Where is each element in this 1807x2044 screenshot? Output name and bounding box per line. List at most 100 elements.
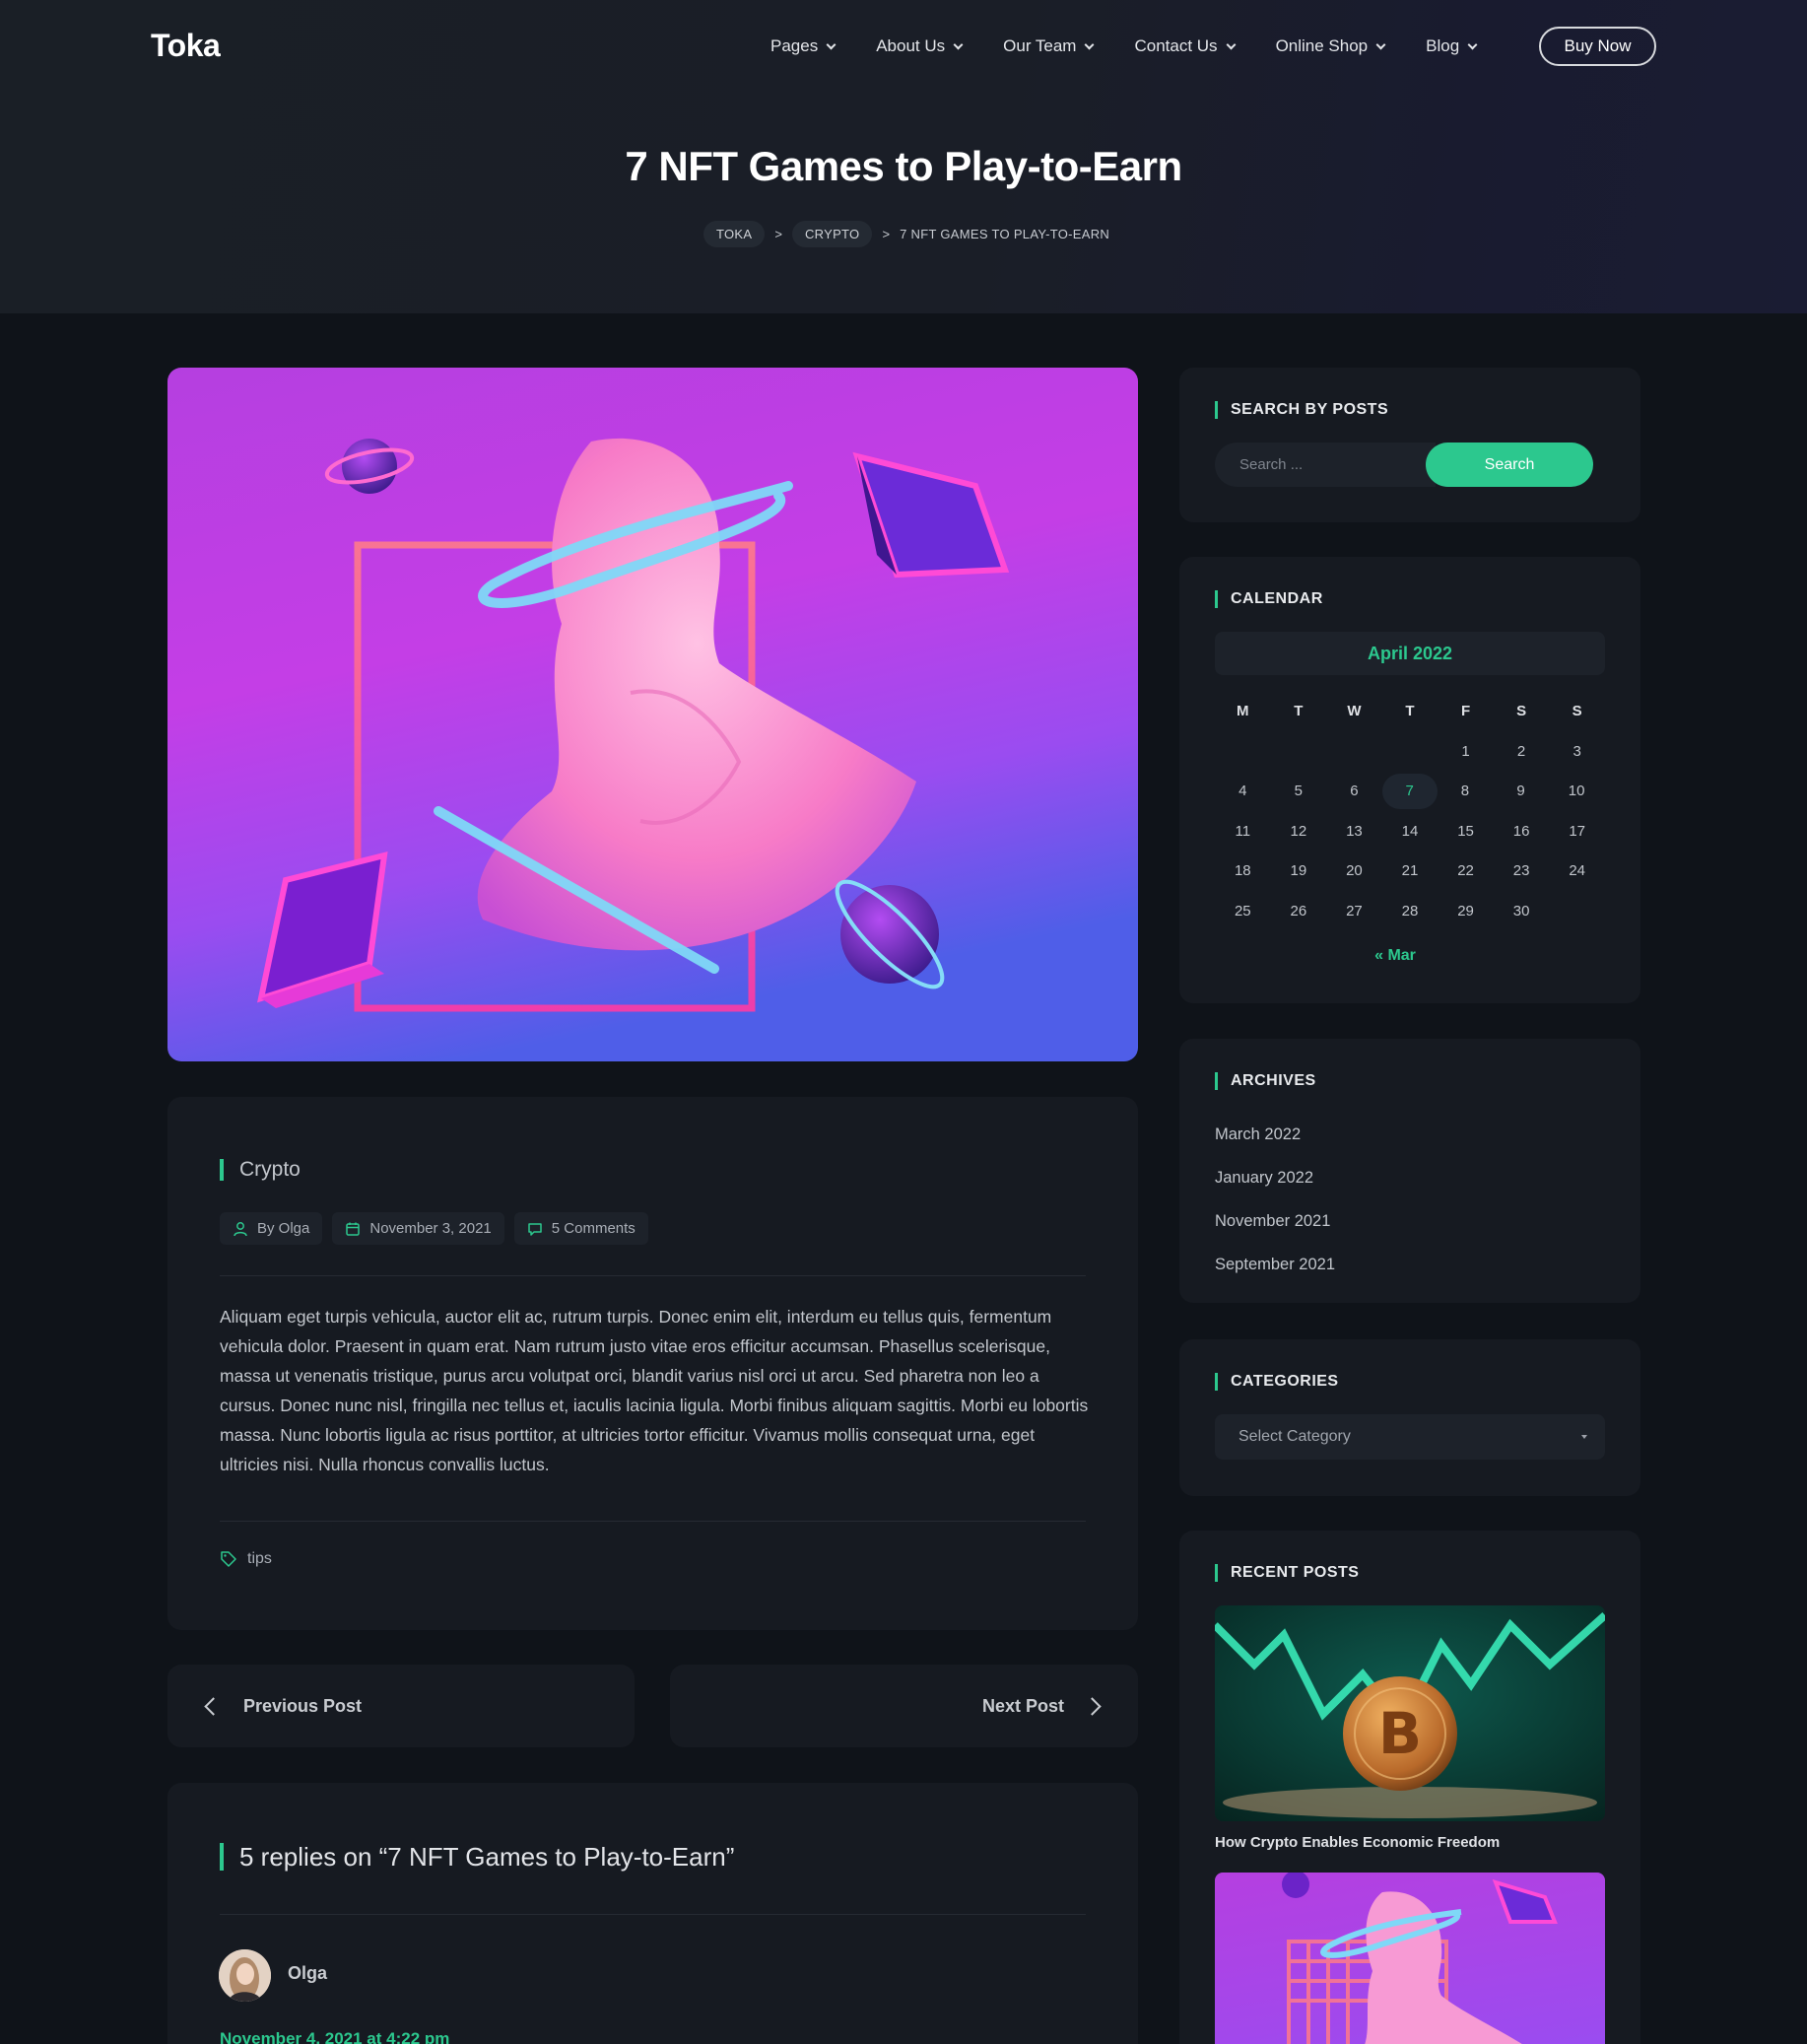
calendar-day[interactable]: 16: [1494, 814, 1550, 850]
calendar-grid: M T W T F S S 1 2 3 4 5 6 7 8 9 10 11 12 13 14 15 16 17 1…: [1215, 692, 1605, 931]
archive-link[interactable]: November 2021: [1215, 1212, 1330, 1231]
chevron-down-icon: [1085, 39, 1095, 49]
calendar-day[interactable]: 10: [1549, 774, 1605, 809]
weekday: M: [1237, 703, 1249, 720]
svg-text:B: B: [1378, 1700, 1422, 1767]
post-meta: By Olga November 3, 2021 5 Comments: [220, 1212, 658, 1245]
widget-archives: ARCHIVES March 2022 January 2022 Novembe…: [1179, 1039, 1640, 1303]
calendar-day[interactable]: 23: [1494, 853, 1550, 889]
post-tag-label: tips: [247, 1550, 272, 1567]
page-title: 7 NFT Games to Play-to-Earn: [625, 143, 1182, 189]
recent-post-thumbnail[interactable]: B: [1215, 1605, 1605, 1821]
main-nav: Pages About Us Our Team Contact Us Onlin…: [770, 35, 1517, 57]
buy-now-button[interactable]: Buy Now: [1539, 27, 1656, 66]
nav-our-team[interactable]: Our Team: [1003, 36, 1095, 56]
post-comments-label: 5 Comments: [551, 1220, 636, 1237]
next-post-button[interactable]: Next Post: [670, 1665, 1138, 1747]
calendar-day[interactable]: 6: [1326, 774, 1382, 809]
nav-about-us[interactable]: About Us: [876, 36, 964, 56]
weekday: S: [1516, 703, 1527, 720]
nav-label: Online Shop: [1275, 36, 1369, 55]
next-post-label: Next Post: [981, 1695, 1064, 1716]
post-category[interactable]: Crypto: [220, 1159, 301, 1181]
calendar-day[interactable]: 14: [1382, 814, 1439, 850]
chevron-down-icon: [1375, 39, 1386, 49]
archive-link[interactable]: March 2022: [1215, 1125, 1301, 1144]
widget-title: ARCHIVES: [1215, 1072, 1316, 1090]
calendar-day[interactable]: 26: [1271, 894, 1327, 929]
calendar-day[interactable]: 7: [1381, 774, 1438, 810]
widget-search: SEARCH BY POSTS Search: [1179, 368, 1640, 522]
widget-title: CALENDAR: [1215, 590, 1323, 608]
post-author[interactable]: By Olga: [220, 1212, 323, 1245]
calendar-day[interactable]: 22: [1438, 853, 1494, 889]
nft-bust-thumbnail: [1215, 1873, 1605, 2044]
breadcrumb: TOKA > CRYPTO > 7 NFT GAMES TO PLAY-TO-E…: [703, 221, 1109, 247]
calendar-day[interactable]: 18: [1215, 853, 1271, 889]
calendar-day[interactable]: 30: [1494, 894, 1550, 929]
post-tag[interactable]: tips: [220, 1550, 272, 1568]
calendar-day[interactable]: 11: [1215, 814, 1271, 850]
calendar-prev-month-link[interactable]: « Mar: [1179, 947, 1611, 965]
chevron-down-icon: [826, 39, 837, 49]
widget-calendar: CALENDAR April 2022 M T W T F S S 123456…: [1179, 557, 1640, 1003]
post-date[interactable]: November 3, 2021: [332, 1212, 504, 1245]
bitcoin-image: B: [1215, 1605, 1605, 1821]
calendar-day[interactable]: 12: [1271, 814, 1327, 850]
calendar-day[interactable]: 9: [1493, 774, 1549, 809]
calendar-day[interactable]: 15: [1438, 814, 1494, 850]
calendar-day[interactable]: 2: [1494, 734, 1550, 770]
category-select[interactable]: Select Category: [1215, 1414, 1605, 1460]
breadcrumb-home[interactable]: TOKA: [703, 221, 766, 247]
post-date-label: November 3, 2021: [369, 1220, 492, 1237]
comment-author: Olga: [288, 1963, 328, 1983]
calendar-day[interactable]: 24: [1549, 853, 1605, 889]
calendar-empty-cell: [1215, 734, 1271, 770]
breadcrumb-separator: >: [882, 227, 891, 241]
user-icon: [234, 1221, 247, 1236]
calendar-day[interactable]: 21: [1382, 853, 1439, 889]
caret-down-icon: [1581, 1435, 1587, 1439]
calendar-day[interactable]: 29: [1438, 894, 1494, 929]
search-button[interactable]: Search: [1426, 443, 1593, 487]
calendar-week: 25 26 27 28 29 30: [1215, 892, 1605, 932]
calendar-day[interactable]: 4: [1215, 774, 1271, 809]
archive-link[interactable]: January 2022: [1215, 1169, 1313, 1188]
recent-post-thumbnail[interactable]: [1215, 1873, 1605, 2044]
nav-label: Our Team: [1003, 36, 1077, 55]
widget-recent-posts: RECENT POSTS B How Crypto Enables Econom…: [1179, 1531, 1640, 2044]
comment-date[interactable]: November 4, 2021 at 4:22 pm: [220, 2029, 449, 2044]
chevron-down-icon: [1467, 39, 1478, 49]
search-input[interactable]: [1215, 443, 1436, 487]
breadcrumb-category[interactable]: CRYPTO: [791, 221, 873, 247]
post-comments-count[interactable]: 5 Comments: [513, 1212, 648, 1245]
nav-blog[interactable]: Blog: [1426, 36, 1478, 56]
calendar-day[interactable]: 25: [1215, 894, 1271, 929]
nav-contact-us[interactable]: Contact Us: [1134, 36, 1237, 56]
calendar-day[interactable]: 20: [1326, 853, 1382, 889]
site-logo[interactable]: Toka: [151, 28, 221, 64]
calendar-day[interactable]: 5: [1271, 774, 1327, 809]
nav-pages[interactable]: Pages: [770, 36, 837, 56]
calendar-day[interactable]: 27: [1326, 894, 1382, 929]
calendar-empty-cell: [1382, 734, 1439, 770]
calendar-day[interactable]: 3: [1549, 734, 1605, 770]
comments-title: 5 replies on “7 NFT Games to Play-to-Ear…: [220, 1843, 734, 1871]
weekday: T: [1294, 703, 1304, 720]
recent-post-title[interactable]: How Crypto Enables Economic Freedom: [1215, 1834, 1500, 1851]
archive-link[interactable]: September 2021: [1215, 1256, 1335, 1274]
previous-post-button[interactable]: Previous Post: [167, 1665, 635, 1747]
calendar-day[interactable]: 19: [1271, 853, 1327, 889]
calendar-day[interactable]: 28: [1382, 894, 1439, 929]
calendar-week: 123: [1215, 732, 1605, 773]
chevron-right-icon: [1083, 1696, 1102, 1716]
nav-online-shop[interactable]: Online Shop: [1275, 36, 1386, 56]
page-header: Toka Pages About Us Our Team Contact Us …: [0, 0, 1807, 313]
calendar-day[interactable]: 13: [1326, 814, 1382, 850]
calendar-day[interactable]: 17: [1549, 814, 1605, 850]
chevron-left-icon: [204, 1696, 223, 1716]
calendar-day[interactable]: 1: [1438, 734, 1494, 770]
widget-categories: CATEGORIES Select Category: [1179, 1339, 1640, 1496]
post-content-card: Crypto By Olga November 3, 2021 5 Commen…: [167, 1097, 1138, 1630]
calendar-day[interactable]: 8: [1438, 774, 1494, 809]
